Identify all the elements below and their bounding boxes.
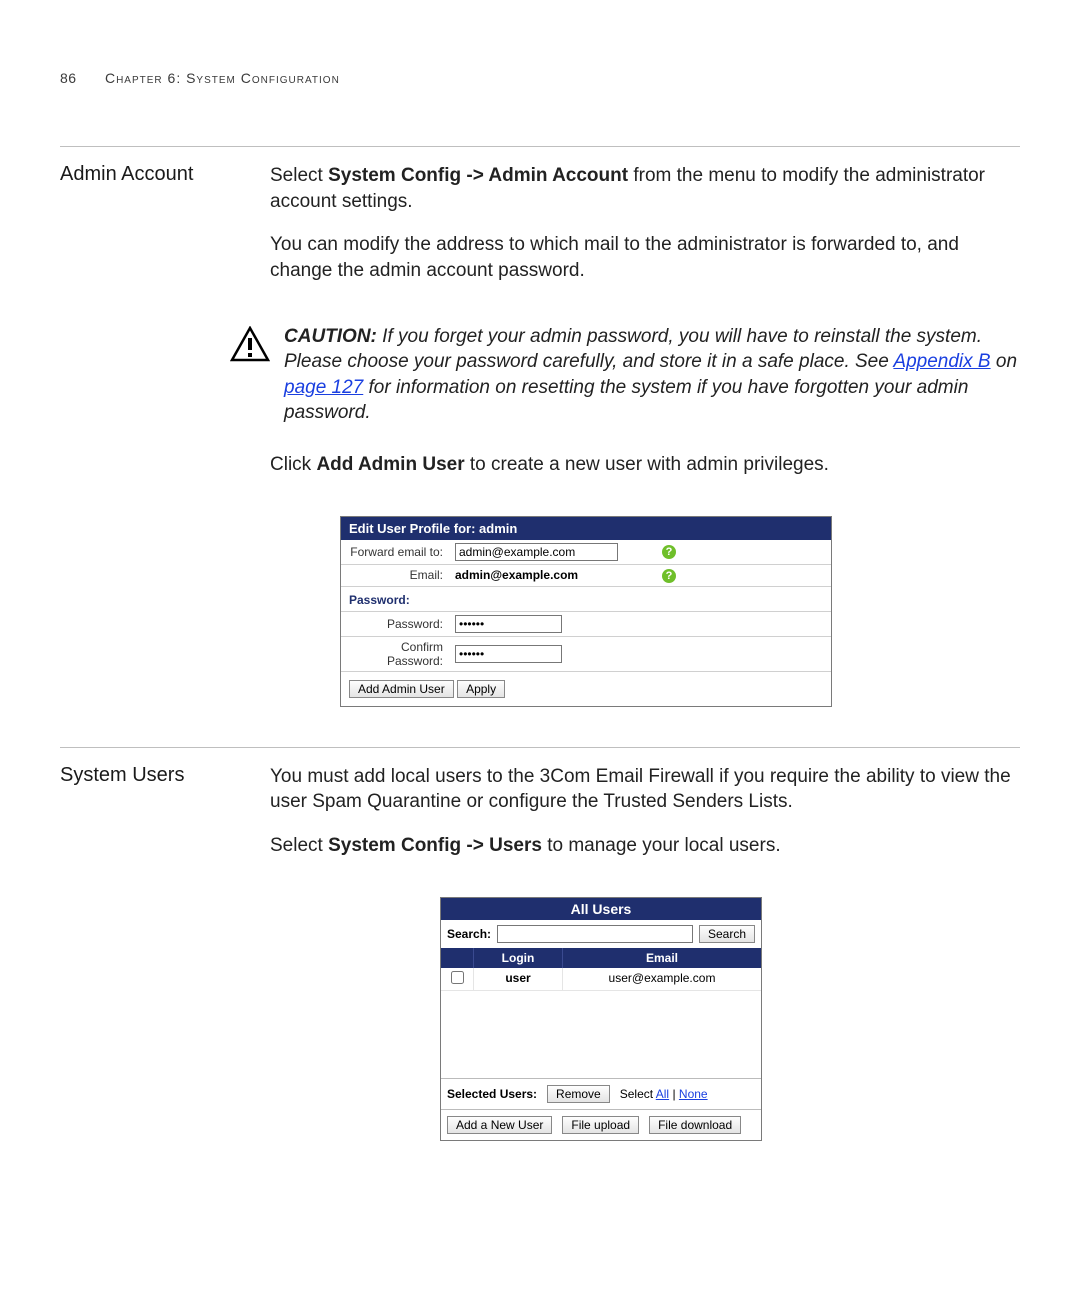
add-admin-user-button[interactable]: Add Admin User xyxy=(349,680,454,698)
running-header: 86 Chapter 6: System Configuration xyxy=(60,70,1020,86)
file-download-button[interactable]: File download xyxy=(649,1116,741,1134)
forward-email-field[interactable] xyxy=(455,543,618,561)
row-checkbox[interactable] xyxy=(451,971,464,984)
col-login: Login xyxy=(473,948,562,968)
col-email: Email xyxy=(562,948,761,968)
all-users-title: All Users xyxy=(441,898,761,920)
row-email: user@example.com xyxy=(562,968,761,990)
appendix-b-link[interactable]: Appendix B xyxy=(893,351,990,372)
user-table-header: Login Email xyxy=(441,948,761,968)
page-127-link[interactable]: page 127 xyxy=(284,377,363,398)
select-links: Select All | None xyxy=(620,1087,708,1101)
caution-text: CAUTION: If you forget your admin passwo… xyxy=(284,324,1020,427)
search-button[interactable]: Search xyxy=(699,925,755,943)
table-row: user user@example.com xyxy=(441,968,761,991)
email-value: admin@example.com xyxy=(449,564,649,586)
chapter-label: Chapter 6: System Configuration xyxy=(105,70,340,86)
remove-button[interactable]: Remove xyxy=(547,1085,610,1103)
admin-para2: You can modify the address to which mail… xyxy=(270,232,1020,283)
apply-button[interactable]: Apply xyxy=(457,680,505,698)
forward-email-label: Forward email to: xyxy=(341,540,449,565)
system-users-section: System Users You must add local users to… xyxy=(60,747,1020,1141)
add-new-user-button[interactable]: Add a New User xyxy=(447,1116,552,1134)
password-field[interactable] xyxy=(455,615,562,633)
page-number: 86 xyxy=(60,70,77,86)
confirm-password-label: Confirm Password: xyxy=(341,636,449,671)
caution-icon xyxy=(230,326,270,367)
email-label: Email: xyxy=(341,564,449,586)
confirm-password-field[interactable] xyxy=(455,645,562,663)
selected-users-label: Selected Users: xyxy=(447,1087,537,1101)
search-label: Search: xyxy=(447,927,491,941)
search-input[interactable] xyxy=(497,925,693,943)
password-label: Password: xyxy=(341,611,449,636)
help-icon[interactable]: ? xyxy=(662,569,676,583)
admin-account-section: Admin Account Select System Config -> Ad… xyxy=(60,146,1020,707)
edit-profile-title: Edit User Profile for: admin xyxy=(341,517,831,540)
users-para2: Select System Config -> Users to manage … xyxy=(270,833,1020,859)
file-upload-button[interactable]: File upload xyxy=(562,1116,639,1134)
system-users-heading: System Users xyxy=(60,764,270,877)
edit-user-profile-panel: Edit User Profile for: admin Forward ema… xyxy=(340,516,832,707)
admin-para3: Click Add Admin User to create a new use… xyxy=(270,452,1020,478)
users-para1: You must add local users to the 3Com Ema… xyxy=(270,764,1020,815)
admin-account-heading: Admin Account xyxy=(60,163,270,302)
all-users-panel: All Users Search: Search Login Email use… xyxy=(440,897,762,1141)
help-icon[interactable]: ? xyxy=(662,545,676,559)
caution-block: CAUTION: If you forget your admin passwo… xyxy=(230,302,1020,453)
password-section-header: Password: xyxy=(341,586,831,611)
admin-para1: Select System Config -> Admin Account fr… xyxy=(270,163,1020,214)
select-all-link[interactable]: All xyxy=(656,1087,669,1101)
row-login: user xyxy=(473,968,562,990)
select-none-link[interactable]: None xyxy=(679,1087,708,1101)
